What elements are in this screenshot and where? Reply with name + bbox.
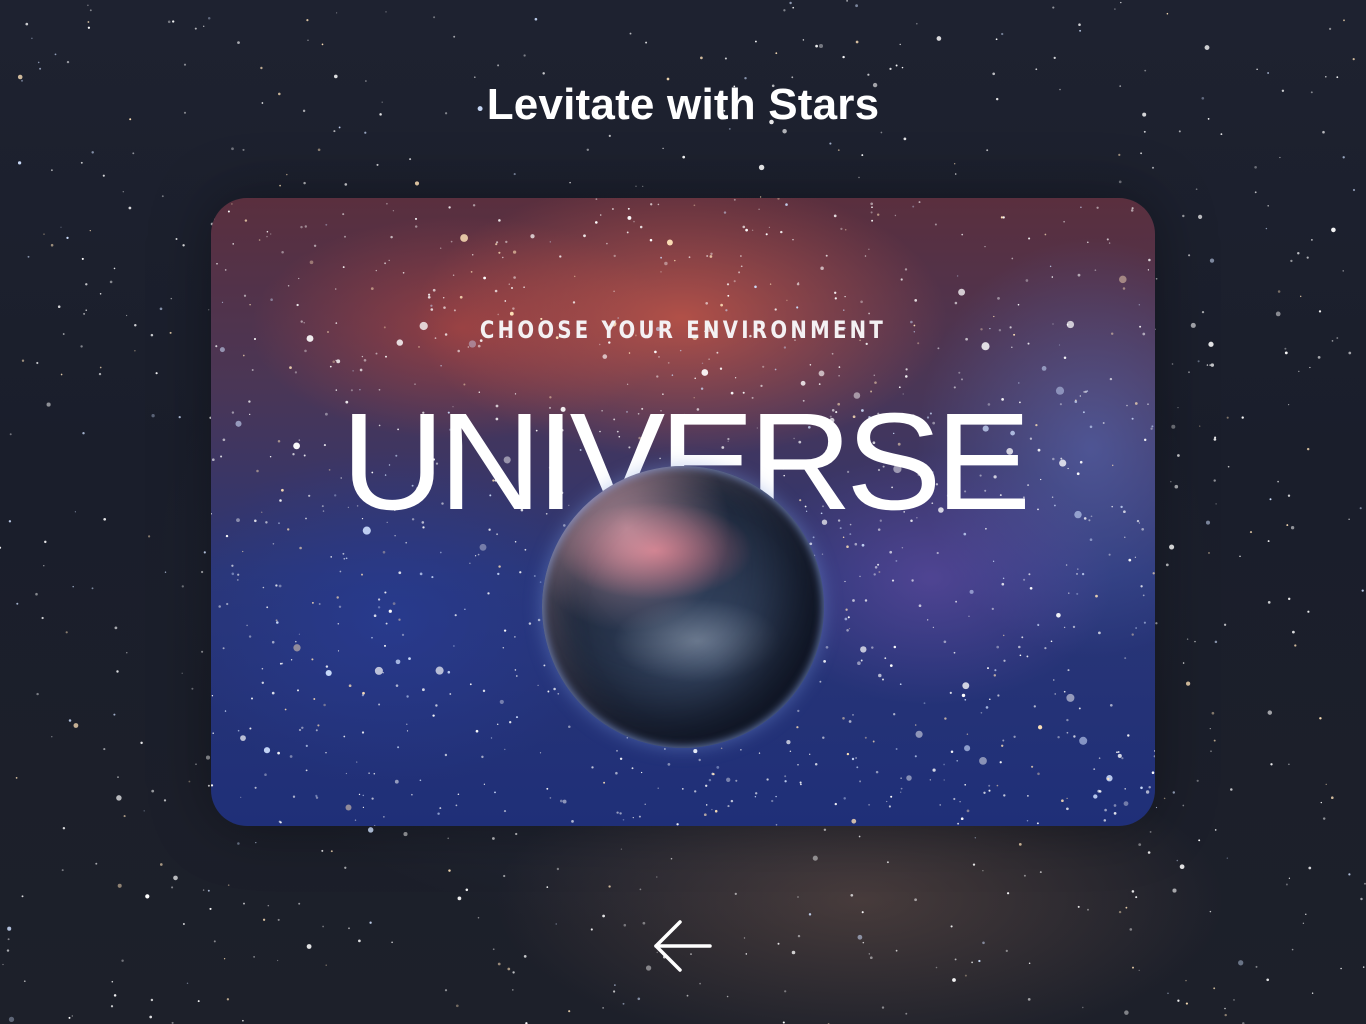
environment-card-universe[interactable]: CHOOSE YOUR ENVIRONMENT UNIVERSE [211,198,1155,826]
card-eyebrow: CHOOSE YOUR ENVIRONMENT [479,316,887,344]
page-title: Levitate with Stars [486,80,880,129]
environment-screen: Levitate with Stars CHOOSE YOUR ENVIRONM… [0,0,1366,1024]
back-button[interactable] [648,914,718,978]
planet-glow [542,466,824,748]
arrow-left-icon [654,920,712,972]
